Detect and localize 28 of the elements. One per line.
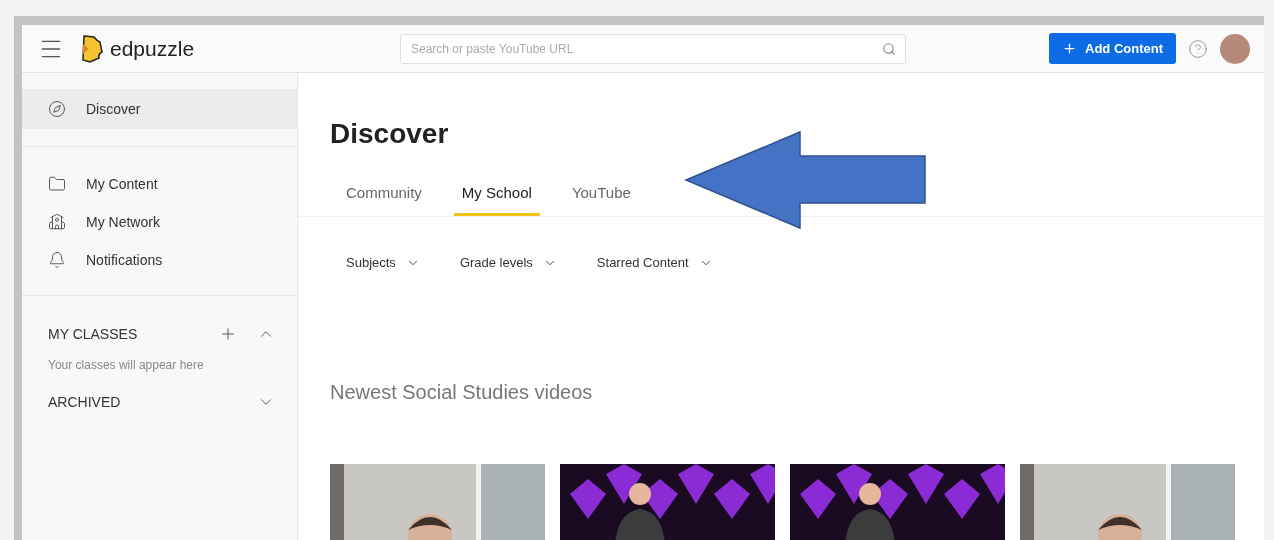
building-icon: [48, 213, 66, 231]
puzzle-logo-icon: [80, 33, 104, 64]
page-title: Discover: [330, 118, 450, 150]
sidebar-item[interactable]: Discover: [22, 89, 297, 129]
sidebar-item[interactable]: My Network: [22, 203, 297, 241]
section-heading: MY CLASSES: [48, 326, 139, 342]
section-title: Newest Social Studies videos: [330, 381, 594, 404]
add-content-button[interactable]: Add Content: [1049, 33, 1176, 64]
search-field[interactable]: Search or paste YouTube URL: [400, 33, 906, 64]
section-heading: ARCHIVED: [48, 394, 122, 410]
filter-dropdown[interactable]: Subjects: [346, 255, 420, 270]
tab[interactable]: Community: [338, 184, 430, 216]
sidebar-item[interactable]: Notifications: [22, 241, 297, 279]
search-icon[interactable]: [882, 41, 896, 56]
filter-dropdown[interactable]: Grade levels: [459, 255, 557, 270]
empty-message: Your classes will appear here: [47, 357, 205, 374]
sidebar-item[interactable]: My Content: [22, 165, 297, 203]
avatar[interactable]: [1220, 33, 1250, 64]
filter-dropdown[interactable]: Starred Content: [596, 255, 713, 270]
plus-icon[interactable]: [219, 325, 237, 343]
tab[interactable]: My School: [453, 184, 540, 216]
compass-icon: [48, 100, 66, 118]
plus-icon: [1062, 41, 1077, 56]
help-icon[interactable]: [1188, 38, 1208, 59]
logo-text: edpuzzle: [110, 36, 195, 61]
folder-icon: [48, 175, 66, 193]
tab[interactable]: YouTube: [563, 184, 639, 216]
bell-icon: [48, 251, 66, 269]
